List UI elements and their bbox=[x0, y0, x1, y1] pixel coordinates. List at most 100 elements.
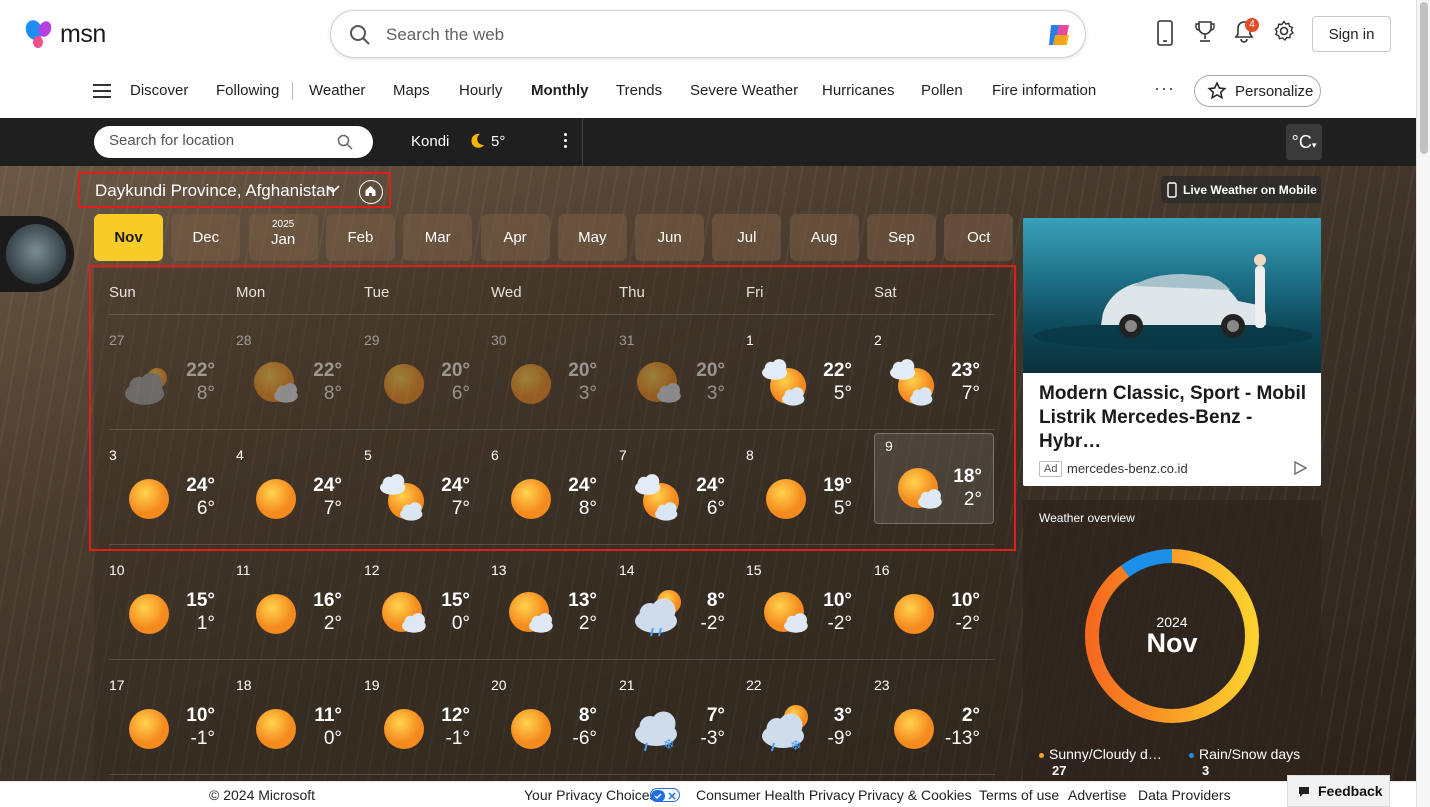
sunny-icon bbox=[250, 703, 302, 751]
calendar-day-23[interactable]: 23 2° -13° bbox=[874, 673, 994, 765]
page-footer: © 2024 Microsoft Your Privacy Choices Co… bbox=[0, 781, 1416, 807]
ad-domain[interactable]: mercedes-benz.co.id bbox=[1067, 461, 1188, 476]
calendar-day-16[interactable]: 16 10° -2° bbox=[874, 558, 994, 650]
calendar-day-17[interactable]: 17 10° -1° bbox=[109, 673, 229, 765]
nav-item-hurricanes[interactable]: Hurricanes bbox=[822, 82, 895, 99]
sunny-icon bbox=[888, 588, 940, 636]
privacy-choices-toggle-icon[interactable] bbox=[650, 788, 680, 802]
settings-gear-icon[interactable] bbox=[1273, 20, 1295, 42]
sunny-icon bbox=[378, 703, 430, 751]
svg-text:❄: ❄ bbox=[790, 738, 802, 754]
nav-item-maps[interactable]: Maps bbox=[393, 82, 430, 99]
month-tab-jul[interactable]: Jul bbox=[712, 214, 782, 261]
location-search-icon[interactable] bbox=[337, 134, 353, 150]
footer-advertise[interactable]: Advertise bbox=[1068, 787, 1126, 803]
mobile-phone-icon[interactable] bbox=[1156, 20, 1174, 46]
footer-copyright: © 2024 Microsoft bbox=[209, 787, 316, 803]
location-search-box[interactable] bbox=[94, 126, 373, 158]
low-temperature: 2° bbox=[323, 613, 342, 634]
top-header: msn 4 bbox=[0, 0, 1416, 68]
footer-privacy-cookies[interactable]: Privacy & Cookies bbox=[858, 787, 972, 803]
month-tab-jun[interactable]: Jun bbox=[635, 214, 705, 261]
nav-more-button[interactable]: ··· bbox=[1154, 78, 1175, 99]
month-tab-dec[interactable]: Dec bbox=[171, 214, 241, 261]
nav-item-hourly[interactable]: Hourly bbox=[459, 82, 502, 99]
rewards-trophy-icon[interactable] bbox=[1194, 20, 1216, 44]
calendar-day-12[interactable]: 12 15° 0° bbox=[364, 558, 484, 650]
footer-terms-of-use[interactable]: Terms of use bbox=[979, 787, 1059, 803]
month-label: Dec bbox=[192, 229, 220, 246]
nav-item-following[interactable]: Following bbox=[216, 82, 279, 99]
month-tab-mar[interactable]: Mar bbox=[403, 214, 473, 261]
overview-month: Nov bbox=[1146, 628, 1198, 658]
current-city[interactable]: Kondi bbox=[411, 133, 449, 150]
ad-card[interactable]: Modern Classic, Sport - Mobil Listrik Me… bbox=[1023, 218, 1321, 486]
high-temperature: 11° bbox=[314, 705, 342, 726]
month-tab-aug[interactable]: Aug bbox=[789, 214, 859, 261]
footer-data-providers[interactable]: Data Providers bbox=[1138, 787, 1231, 803]
caret-down-icon: ▾ bbox=[1311, 140, 1317, 150]
high-temperature: 15° bbox=[186, 590, 215, 611]
day-number: 20 bbox=[491, 677, 507, 693]
more-options-icon[interactable] bbox=[564, 133, 568, 151]
day-number: 15 bbox=[746, 562, 762, 578]
side-widget-avatar[interactable] bbox=[0, 216, 74, 292]
footer-consumer-health-privacy[interactable]: Consumer Health Privacy bbox=[696, 787, 855, 803]
month-tab-may[interactable]: May bbox=[557, 214, 627, 261]
nav-item-trends[interactable]: Trends bbox=[616, 82, 662, 99]
msn-logo[interactable]: msn bbox=[24, 18, 106, 50]
nav-item-discover[interactable]: Discover bbox=[130, 82, 188, 99]
nav-item-monthly[interactable]: Monthly bbox=[531, 82, 589, 99]
menu-hamburger-icon[interactable] bbox=[93, 84, 111, 98]
calendar-day-18[interactable]: 18 11° 0° bbox=[236, 673, 356, 765]
legend-sunny-label: Sunny/Cloudy d… bbox=[1049, 746, 1162, 762]
calendar-day-10[interactable]: 10 15° 1° bbox=[109, 558, 229, 650]
month-tab-feb[interactable]: Feb bbox=[325, 214, 395, 261]
footer-privacy-choices[interactable]: Your Privacy Choices bbox=[524, 787, 657, 803]
calendar-day-20[interactable]: 20 8° -6° bbox=[491, 673, 611, 765]
phone-icon bbox=[1167, 181, 1177, 198]
brand-name: msn bbox=[60, 19, 106, 48]
location-search-input[interactable] bbox=[109, 132, 329, 149]
ad-headline[interactable]: Modern Classic, Sport - Mobil Listrik Me… bbox=[1039, 382, 1311, 454]
scrollbar-thumb[interactable] bbox=[1420, 2, 1428, 154]
month-tab-apr[interactable]: Apr bbox=[480, 214, 550, 261]
calendar-day-22[interactable]: 22 ❄ 3° -9° bbox=[746, 673, 866, 765]
calendar-day-15[interactable]: 15 10° -2° bbox=[746, 558, 866, 650]
month-tab-oct[interactable]: Oct bbox=[944, 214, 1014, 261]
nav-item-severe-weather[interactable]: Severe Weather bbox=[690, 82, 798, 99]
nav-item-weather[interactable]: Weather bbox=[309, 82, 365, 99]
month-label: Nov bbox=[114, 229, 143, 246]
month-tab-jan[interactable]: 2025 Jan bbox=[248, 214, 318, 261]
day-number: 19 bbox=[364, 677, 380, 693]
month-label: Feb bbox=[347, 229, 374, 246]
month-tab-sep[interactable]: Sep bbox=[867, 214, 936, 261]
low-temperature: -1° bbox=[190, 728, 216, 749]
sign-in-button[interactable]: Sign in bbox=[1312, 16, 1391, 52]
set-home-location-button[interactable] bbox=[359, 180, 383, 204]
feedback-button[interactable]: Feedback bbox=[1287, 775, 1390, 807]
calendar-day-14[interactable]: 14 8° -2° bbox=[619, 558, 739, 650]
sunny-icon bbox=[505, 703, 557, 751]
nav-item-pollen[interactable]: Pollen bbox=[921, 82, 963, 99]
legend-rain-label: Rain/Snow days bbox=[1199, 746, 1301, 762]
day-number: 10 bbox=[109, 562, 125, 578]
copilot-icon[interactable] bbox=[1045, 21, 1075, 49]
web-search-input[interactable] bbox=[386, 21, 1026, 49]
calendar-day-21[interactable]: 21 ❄ 7° -3° bbox=[619, 673, 739, 765]
ad-image[interactable] bbox=[1023, 218, 1321, 373]
page-scrollbar[interactable] bbox=[1416, 0, 1430, 807]
nav-item-fire-information[interactable]: Fire information bbox=[992, 82, 1096, 99]
svg-text:❄: ❄ bbox=[663, 737, 675, 753]
calendar-day-11[interactable]: 11 16° 2° bbox=[236, 558, 356, 650]
live-weather-mobile-link[interactable]: Live Weather on Mobile bbox=[1161, 176, 1321, 203]
calendar-day-19[interactable]: 19 12° -1° bbox=[364, 673, 484, 765]
region-selector[interactable]: Daykundi Province, Afghanistan bbox=[78, 172, 391, 208]
calendar-day-13[interactable]: 13 13° 2° bbox=[491, 558, 611, 650]
web-search-box[interactable] bbox=[330, 10, 1086, 58]
ad-choices-icon[interactable] bbox=[1293, 461, 1307, 475]
feedback-icon bbox=[1299, 787, 1309, 797]
month-tab-nov[interactable]: Nov bbox=[94, 214, 163, 261]
personalize-button[interactable]: Personalize bbox=[1194, 75, 1321, 107]
temperature-unit-toggle[interactable]: °C▾ bbox=[1286, 124, 1322, 160]
